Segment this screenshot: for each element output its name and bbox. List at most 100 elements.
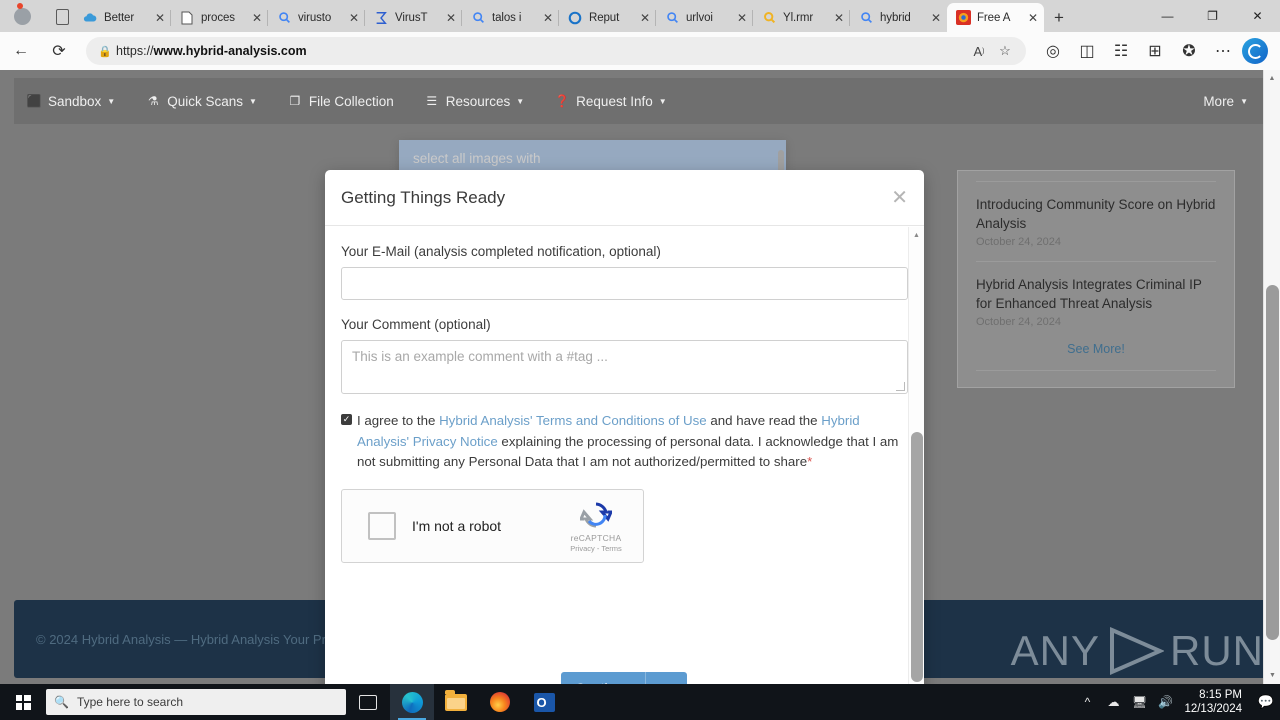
- chevron-down-icon: ▼: [516, 96, 525, 106]
- copilot-icon[interactable]: [1242, 38, 1268, 64]
- captcha-prompt-line1: select all images with: [413, 151, 541, 166]
- reload-icon[interactable]: ⟳: [42, 36, 76, 66]
- scroll-down-icon[interactable]: ▼: [1264, 667, 1280, 684]
- comment-field[interactable]: This is an example comment with a #tag .…: [341, 340, 908, 394]
- url-domain: www.hybrid-analysis.com: [153, 44, 307, 58]
- dialog-scrollbar[interactable]: ▲ ▼: [908, 227, 924, 684]
- close-icon[interactable]: ✕: [346, 10, 362, 26]
- browser-tab-3[interactable]: VirusT ✕: [364, 3, 462, 32]
- required-asterisk: *: [807, 454, 813, 469]
- minimize-button[interactable]: —: [1145, 0, 1190, 32]
- recaptcha-branding: reCAPTCHA Privacy - Terms: [559, 499, 633, 553]
- tab-actions-icon[interactable]: [48, 0, 74, 32]
- watermark-run: RUN: [1170, 627, 1264, 674]
- nav-item-sandbox[interactable]: ⬛ Sandbox ▼: [26, 93, 116, 109]
- close-icon[interactable]: ✕: [637, 10, 653, 26]
- news-item[interactable]: Hybrid Analysis Integrates Criminal IP f…: [958, 273, 1234, 328]
- address-bar[interactable]: 🔒 https://www.hybrid-analysis.com A) ☆: [86, 37, 1026, 65]
- news-title: Hybrid Analysis Integrates Criminal IP f…: [976, 277, 1202, 311]
- close-icon[interactable]: ✕: [831, 10, 847, 26]
- nav-more-label: More: [1203, 93, 1235, 109]
- taskbar-app-file-explorer[interactable]: [434, 684, 478, 720]
- browser-tab-7[interactable]: Yl.rmr ✕: [752, 3, 850, 32]
- read-aloud-icon[interactable]: A): [966, 44, 992, 59]
- scroll-up-icon[interactable]: ▲: [909, 227, 924, 243]
- terms-link[interactable]: Hybrid Analysis' Terms and Conditions of…: [439, 413, 707, 428]
- close-icon[interactable]: ✕: [891, 188, 908, 208]
- tab-title: Yl.rmr: [783, 11, 814, 24]
- page-vertical-scrollbar[interactable]: ▲ ▼: [1263, 70, 1280, 684]
- recaptcha-widget[interactable]: I'm not a robot reCAPTCHA Privacy - Term…: [341, 488, 644, 563]
- extensions-icon[interactable]: ✪: [1174, 36, 1204, 66]
- more-icon[interactable]: ⋯: [1208, 36, 1238, 66]
- terms-pre: I agree to the: [357, 413, 440, 428]
- comment-placeholder: This is an example comment with a #tag .…: [352, 349, 608, 364]
- split-screen-icon[interactable]: ◫: [1072, 36, 1102, 66]
- back-arrow-icon[interactable]: ←: [4, 36, 38, 66]
- profile-button[interactable]: [0, 0, 48, 32]
- nav-item-file-collection[interactable]: ❐ File Collection: [287, 93, 394, 109]
- show-hidden-icons-icon[interactable]: ^: [1074, 684, 1100, 720]
- close-icon[interactable]: ✕: [1025, 10, 1041, 26]
- notification-icon[interactable]: 💬: [1252, 684, 1280, 720]
- taskbar-app-firefox[interactable]: [478, 684, 522, 720]
- close-icon[interactable]: ✕: [443, 10, 459, 26]
- browser-essentials-icon[interactable]: ◎: [1038, 36, 1068, 66]
- email-field[interactable]: [341, 267, 908, 300]
- scrollbar-thumb[interactable]: [1266, 285, 1279, 640]
- nav-item-more[interactable]: More ▼: [1203, 94, 1248, 109]
- close-window-button[interactable]: ✕: [1235, 0, 1280, 32]
- nav-item-quick-scans[interactable]: ⚗ Quick Scans ▼: [145, 93, 257, 109]
- windows-icon: [15, 694, 31, 710]
- taskbar-app-outlook[interactable]: [522, 684, 566, 720]
- volume-icon[interactable]: 🔊: [1152, 684, 1178, 720]
- toolbar-right: ◎ ◫ ☷ ⊞ ✪ ⋯: [1034, 36, 1280, 66]
- page-viewport: ⬛ Sandbox ▼ ⚗ Quick Scans ▼ ❐ File Collection ☰ R…: [0, 70, 1280, 684]
- browser-tab-8[interactable]: hybrid ✕: [849, 3, 947, 32]
- browser-tab-0[interactable]: Better ✕: [74, 3, 171, 32]
- onedrive-icon[interactable]: ☁: [1100, 684, 1126, 720]
- close-icon[interactable]: ✕: [540, 10, 556, 26]
- scrollbar-thumb[interactable]: [911, 432, 923, 682]
- close-icon[interactable]: ✕: [928, 10, 944, 26]
- continue-button[interactable]: Continue »: [561, 672, 687, 684]
- news-item[interactable]: Introducing Community Score on Hybrid An…: [958, 193, 1234, 248]
- search-icon: [276, 10, 292, 26]
- taskbar-app-edge[interactable]: [390, 684, 434, 720]
- restore-button[interactable]: ❐: [1190, 0, 1235, 32]
- nav-item-label: Sandbox: [48, 93, 102, 109]
- terms-agreement: I agree to the Hybrid Analysis' Terms an…: [341, 411, 908, 473]
- star-icon[interactable]: ☆: [992, 43, 1018, 59]
- browser-tab-4[interactable]: talos i ✕: [461, 3, 559, 32]
- close-icon[interactable]: ✕: [249, 10, 265, 26]
- recaptcha-terms-text[interactable]: Privacy - Terms: [559, 544, 633, 553]
- network-icon[interactable]: 🖥: [1126, 684, 1152, 720]
- browser-tab-1[interactable]: proces ✕: [170, 3, 268, 32]
- url-text: https://www.hybrid-analysis.com: [116, 44, 966, 58]
- file-explorer-icon: [445, 690, 467, 711]
- browser-tab-6[interactable]: urlvoi ✕: [655, 3, 753, 32]
- search-input[interactable]: 🔍 Type here to search: [46, 689, 346, 715]
- start-button[interactable]: [0, 684, 46, 720]
- browser-tab-5[interactable]: Reput ✕: [558, 3, 656, 32]
- close-icon[interactable]: ✕: [152, 10, 168, 26]
- favorites-icon[interactable]: ☷: [1106, 36, 1136, 66]
- chevron-right-icon: »: [645, 672, 687, 684]
- new-tab-button[interactable]: +: [1044, 3, 1074, 32]
- task-view-icon[interactable]: [346, 684, 390, 720]
- comment-label: Your Comment (optional): [341, 317, 491, 332]
- see-more-link[interactable]: See More!: [958, 342, 1234, 356]
- browser-tab-9[interactable]: Free A ✕: [947, 3, 1044, 32]
- close-icon[interactable]: ✕: [734, 10, 750, 26]
- nav-item-label: Quick Scans: [167, 93, 243, 109]
- recaptcha-checkbox[interactable]: [368, 511, 396, 540]
- tab-title: hybrid: [880, 11, 911, 24]
- collections-icon[interactable]: ⊞: [1140, 36, 1170, 66]
- clock[interactable]: 8:15 PM 12/13/2024: [1178, 688, 1252, 716]
- document-icon: [179, 10, 195, 26]
- nav-item-resources[interactable]: ☰ Resources ▼: [424, 93, 524, 109]
- browser-tab-2[interactable]: virusto ✕: [267, 3, 365, 32]
- nav-item-request-info[interactable]: ❓ Request Info ▼: [554, 93, 667, 109]
- scroll-up-icon[interactable]: ▲: [1264, 70, 1280, 87]
- terms-checkbox[interactable]: [341, 414, 352, 425]
